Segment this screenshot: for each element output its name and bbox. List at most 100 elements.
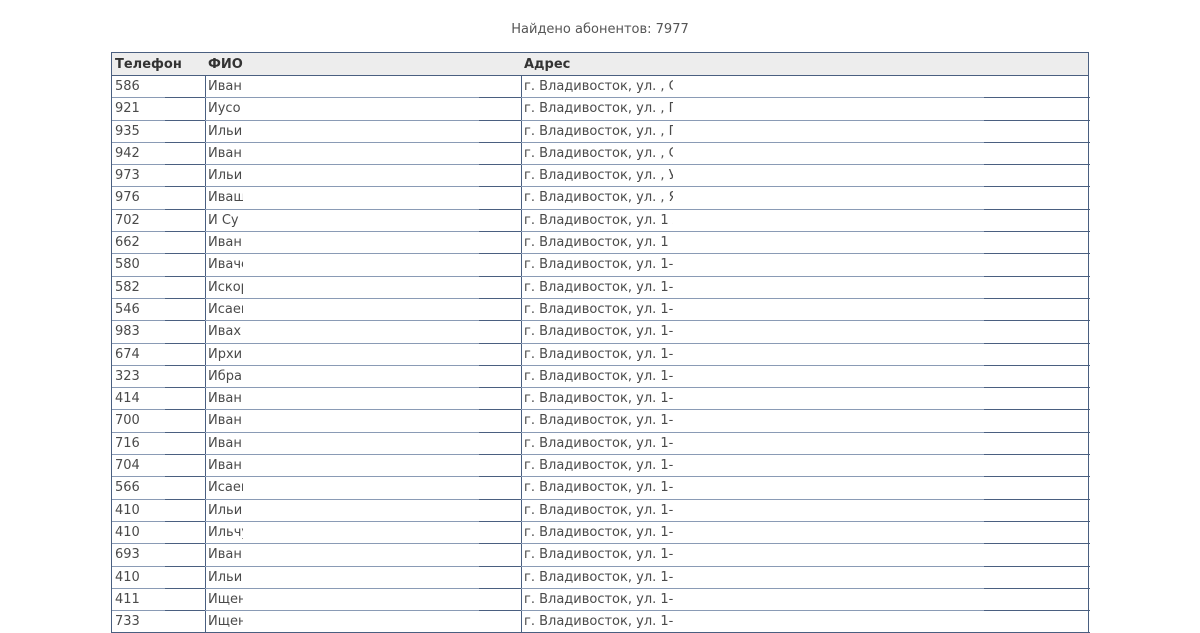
- phone-cell: 411: [115, 591, 140, 607]
- address-cell: г. Владивосток, ул. 1-Я: [524, 480, 673, 496]
- phone-cell: 410: [115, 569, 140, 585]
- phone-cell: 700: [115, 413, 140, 429]
- address-cell: г. Владивосток, ул. 1-Я: [524, 591, 673, 607]
- address-cell: г. Владивосток, ул. , У: [524, 168, 673, 184]
- phone-cell: 942: [115, 145, 140, 161]
- address-cell: г. Владивосток, ул. , Я: [524, 190, 673, 206]
- address-cell: г. Владивосток, ул. , О: [524, 79, 673, 94]
- name-cell: Иван: [208, 435, 242, 451]
- address-cell: г. Владивосток, ул. 1-Я: [524, 391, 673, 407]
- table-row: 546 Исаев г. Владивосток, ул. 1-Й: [112, 299, 1090, 322]
- phone-cell: 973: [115, 168, 140, 184]
- address-cell: г. Владивосток, ул. 1-Я: [524, 547, 673, 563]
- table-row: 976 Иващ г. Владивосток, ул. , Я: [112, 187, 1090, 210]
- phone-cell: 410: [115, 502, 140, 518]
- name-cell: Ильи: [208, 569, 243, 585]
- phone-cell: 716: [115, 435, 140, 451]
- name-cell: Иусо: [208, 101, 241, 117]
- table-row: 410 Ильчу г. Владивосток, ул. 1-Я: [112, 522, 1090, 545]
- address-cell: г. Владивосток, ул. 1-Й: [524, 257, 673, 273]
- table-row: 323 Ибра г. Владивосток, ул. 1-Я: [112, 366, 1090, 389]
- phone-cell: 582: [115, 279, 140, 295]
- name-cell: Иван: [208, 235, 242, 251]
- name-cell: Исаев: [208, 480, 243, 496]
- name-cell: Ильчу: [208, 524, 243, 540]
- address-cell: г. Владивосток, ул. 1-Я: [524, 346, 673, 362]
- phone-cell: 693: [115, 547, 140, 563]
- address-cell: г. Владивосток, ул. 1 М: [524, 235, 673, 251]
- phone-cell: 586: [115, 79, 140, 94]
- phone-cell: 674: [115, 346, 140, 362]
- table-row: 973 Ильи г. Владивосток, ул. , У: [112, 165, 1090, 188]
- table-row: 580 Иваче г. Владивосток, ул. 1-Й: [112, 254, 1090, 277]
- address-cell: г. Владивосток, ул. 1 А: [524, 212, 673, 228]
- name-cell: Исаев: [208, 301, 243, 317]
- table-header: Телефон ФИО Адрес: [112, 53, 1088, 76]
- phone-cell: 546: [115, 301, 140, 317]
- address-cell: г. Владивосток, ул. 1-Я: [524, 368, 673, 384]
- name-cell: Иван: [208, 79, 242, 94]
- name-cell: Иващ: [208, 190, 243, 206]
- address-cell: г. Владивосток, ул. , С: [524, 145, 673, 161]
- address-cell: г. Владивосток, ул. 1-Я: [524, 614, 673, 630]
- name-cell: Ищен: [208, 591, 243, 607]
- phone-cell: 935: [115, 123, 140, 139]
- table-row: 704 Иван г. Владивосток, ул. 1-Я: [112, 455, 1090, 478]
- table-row: 674 Ирхи г. Владивосток, ул. 1-Я: [112, 344, 1090, 366]
- name-cell: Ибра: [208, 368, 242, 384]
- phone-cell: 733: [115, 614, 140, 630]
- phone-cell: 983: [115, 324, 140, 340]
- table-row: 410 Ильи г. Владивосток, ул. 1-Я: [112, 567, 1090, 589]
- table-row: 662 Иван г. Владивосток, ул. 1 М: [112, 232, 1090, 255]
- table-row: 582 Искор г. Владивосток, ул. 1-Й: [112, 277, 1090, 299]
- address-cell: г. Владивосток, ул. 1-Ь: [524, 324, 673, 340]
- table-row: 733 Ищен г. Владивосток, ул. 1-Я: [112, 611, 1090, 633]
- address-cell: г. Владивосток, ул. 1-Я: [524, 413, 673, 429]
- phone-cell: 976: [115, 190, 140, 206]
- address-cell: г. Владивосток, ул. , П: [524, 101, 673, 117]
- name-cell: Ильи: [208, 123, 243, 139]
- address-cell: г. Владивосток, ул. , П: [524, 123, 673, 139]
- column-header-phone: Телефон: [115, 57, 182, 72]
- phone-cell: 704: [115, 458, 140, 474]
- table-row: 411 Ищен г. Владивосток, ул. 1-Я: [112, 589, 1090, 612]
- address-cell: г. Владивосток, ул. 1-Я: [524, 435, 673, 451]
- table-row: 942 Иван г. Владивосток, ул. , С: [112, 143, 1090, 166]
- subscriber-table: Телефон ФИО Адрес 586 Иван г. Владивосток,…: [111, 52, 1090, 633]
- phone-cell: 323: [115, 368, 140, 384]
- name-cell: Иван: [208, 391, 242, 407]
- name-cell: И Су: [208, 212, 239, 228]
- name-cell: Иван: [208, 413, 242, 429]
- name-cell: Иван: [208, 458, 242, 474]
- address-cell: г. Владивосток, ул. 1-Я: [524, 458, 673, 474]
- phone-cell: 662: [115, 235, 140, 251]
- table-row: 700 Иван г. Владивосток, ул. 1-Я: [112, 410, 1090, 433]
- name-cell: Иван: [208, 547, 242, 563]
- table-row: 716 Иван г. Владивосток, ул. 1-Я: [112, 433, 1090, 456]
- table-row: 702 И Су г. Владивосток, ул. 1 А: [112, 210, 1090, 233]
- column-header-name: ФИО: [208, 57, 243, 72]
- name-cell: Ивах: [208, 324, 242, 340]
- table-row: 983 Ивах г. Владивосток, ул. 1-Ь: [112, 321, 1090, 344]
- phone-cell: 414: [115, 391, 140, 407]
- phone-cell: 702: [115, 212, 140, 228]
- table-row: 693 Иван г. Владивосток, ул. 1-Я: [112, 544, 1090, 567]
- phone-cell: 580: [115, 257, 140, 273]
- name-cell: Ильи: [208, 168, 243, 184]
- phone-cell: 566: [115, 480, 140, 496]
- address-cell: г. Владивосток, ул. 1-Я: [524, 569, 673, 585]
- name-cell: Ирхи: [208, 346, 243, 362]
- phone-cell: 410: [115, 524, 140, 540]
- name-cell: Иваче: [208, 257, 243, 273]
- name-cell: Ищен: [208, 614, 243, 630]
- table-body: 586 Иван г. Владивосток, ул. , О 921 Иусо г. …: [112, 76, 1090, 633]
- name-cell: Ильи: [208, 502, 243, 518]
- result-count: Найдено абонентов: 7977: [511, 22, 689, 37]
- address-cell: г. Владивосток, ул. 1-Й: [524, 301, 673, 317]
- name-cell: Искор: [208, 279, 243, 295]
- column-header-address: Адрес: [524, 57, 571, 72]
- table-row: 414 Иван г. Владивосток, ул. 1-Я: [112, 388, 1090, 411]
- name-cell: Иван: [208, 145, 242, 161]
- table-row: 410 Ильи г. Владивосток, ул. 1-Я: [112, 500, 1090, 522]
- address-cell: г. Владивосток, ул. 1-Я: [524, 502, 673, 518]
